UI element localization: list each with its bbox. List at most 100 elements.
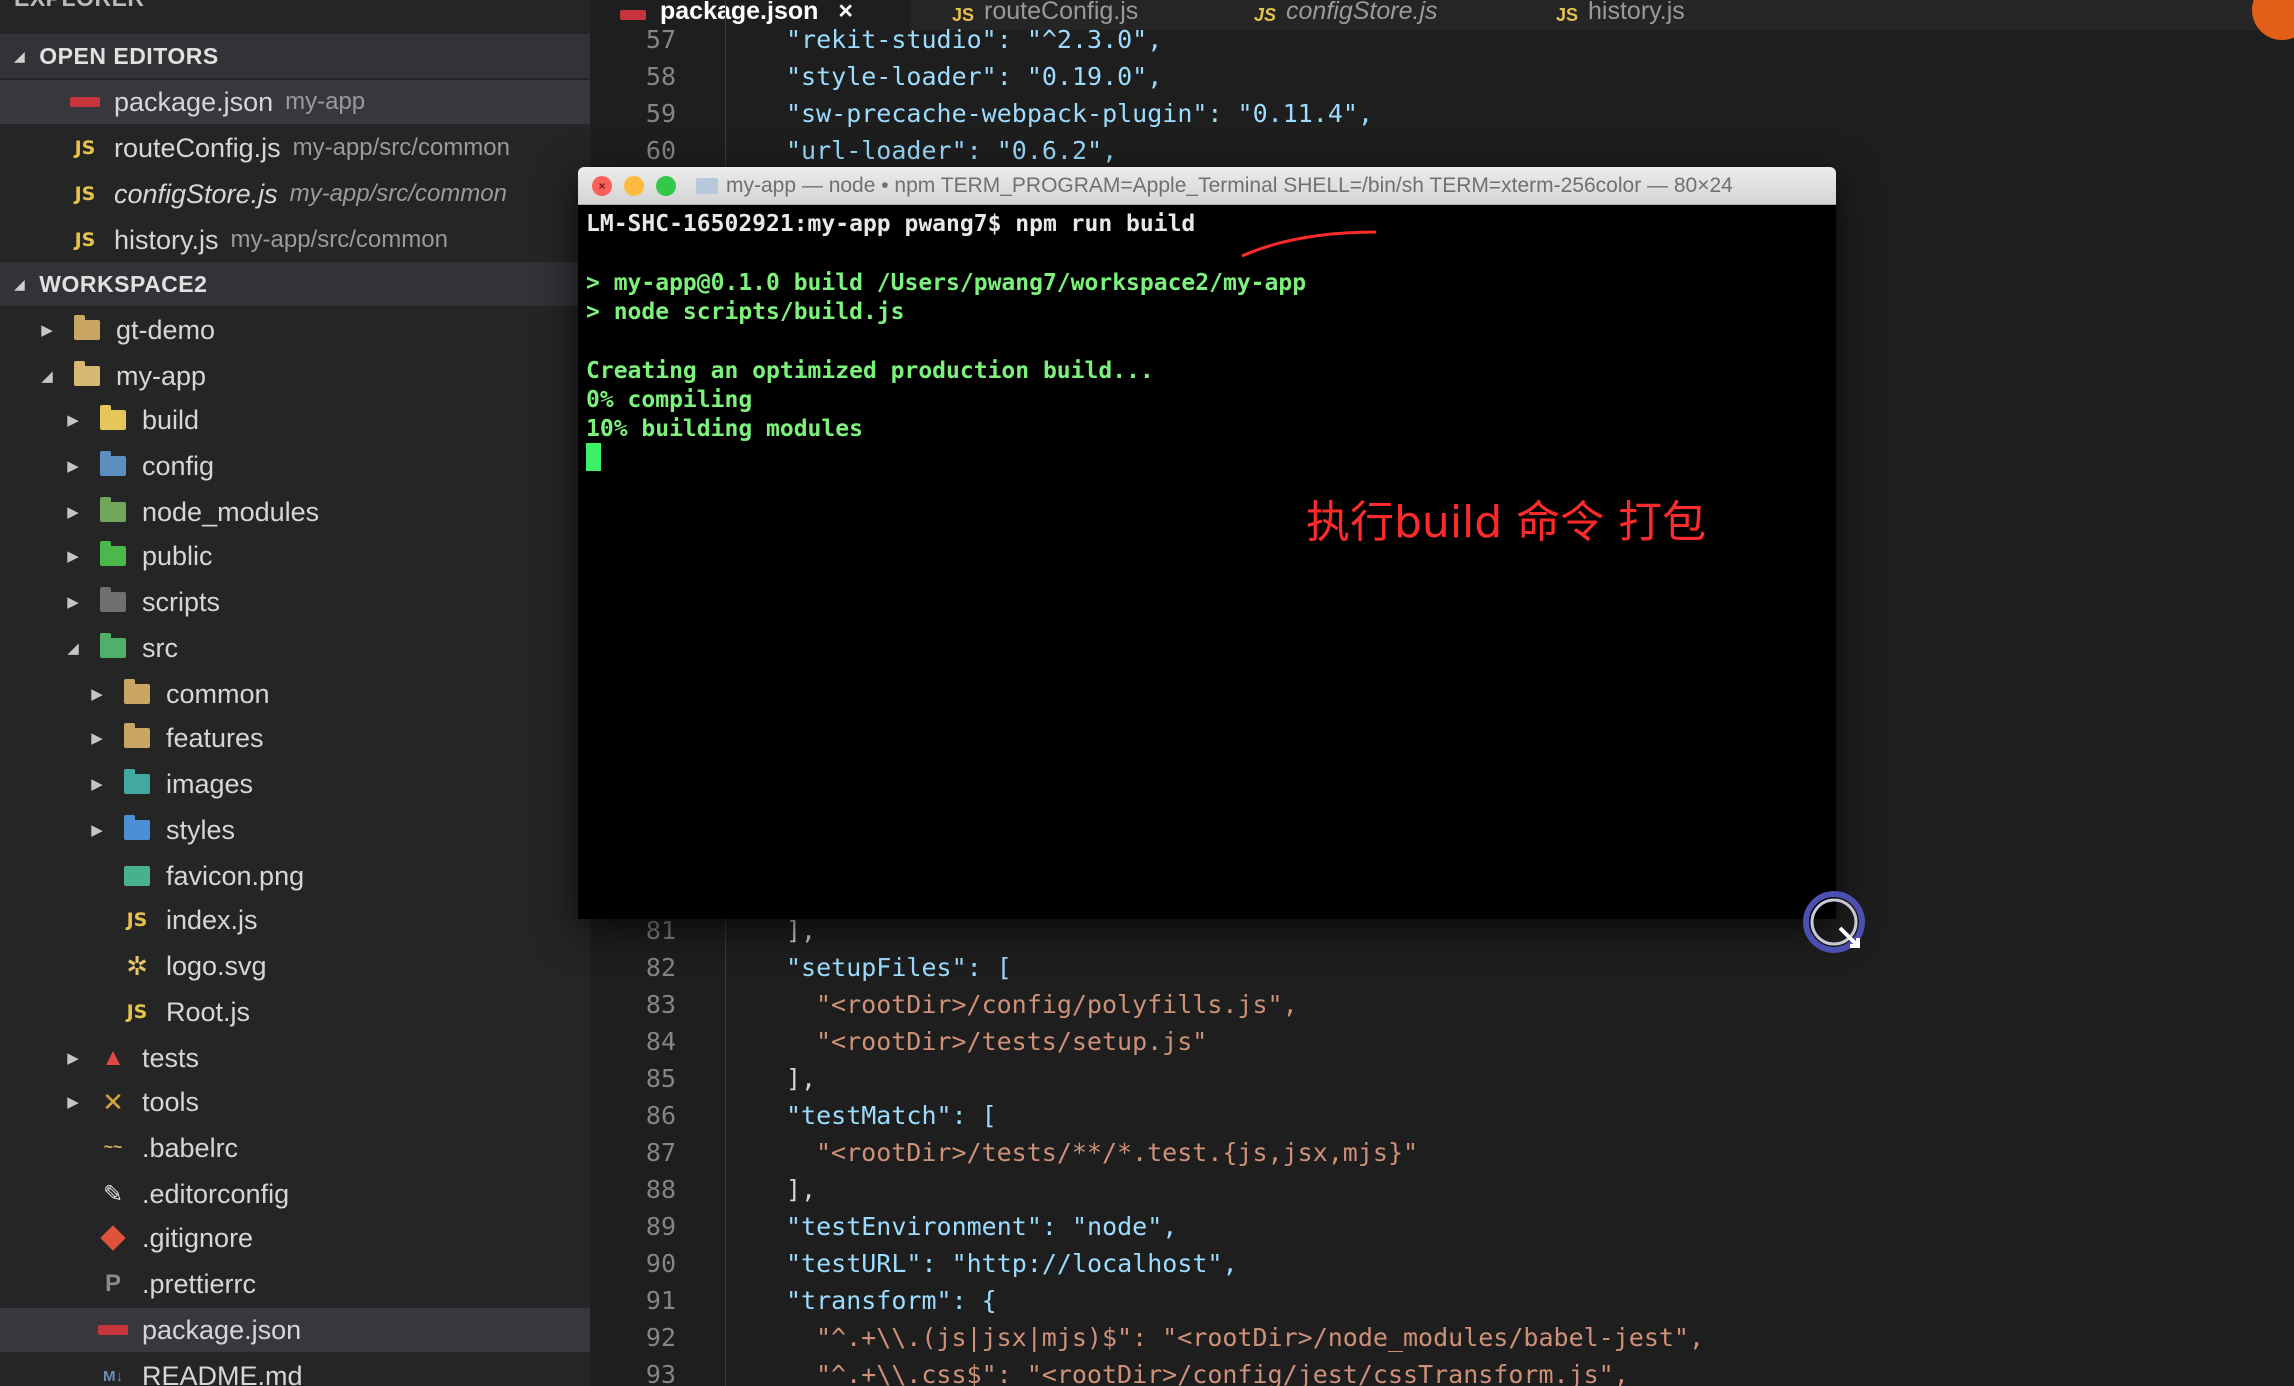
js-icon: JS — [74, 183, 96, 205]
tree-file-readme-md[interactable]: M↓ README.md — [0, 1354, 590, 1386]
tree-file-package-json[interactable]: package.json — [0, 1308, 590, 1352]
collapse-triangle-icon: ◢ — [14, 275, 26, 292]
js-icon: JS — [74, 229, 96, 251]
chevron-right-icon: ▶ — [67, 412, 79, 429]
open-editor-history-js[interactable]: JS history.js my-app/src/common — [0, 218, 590, 262]
tree-folder-node-modules[interactable]: ▶ node_modules — [0, 490, 590, 534]
chevron-right-icon: ▶ — [91, 686, 103, 703]
tests-folder-icon: ▲ — [101, 1044, 125, 1071]
tree-folder-config[interactable]: ▶ config — [0, 444, 590, 488]
npm-icon — [70, 89, 100, 115]
open-editors-header[interactable]: ◢ OPEN EDITORS — [0, 34, 590, 78]
tree-folder-gt-demo[interactable]: ▶ gt-demo — [0, 308, 590, 352]
terminal-output-line: 0% compiling — [586, 387, 753, 413]
open-editor-routeconfig-js[interactable]: JS routeConfig.js my-app/src/common — [0, 126, 590, 170]
babel-icon: ~~ — [103, 1139, 123, 1156]
chevron-right-icon: ▶ — [41, 322, 53, 339]
terminal-output-line: Creating an optimized production build..… — [586, 358, 1154, 384]
chevron-right-icon: ▶ — [67, 594, 79, 611]
folder-icon — [122, 723, 152, 751]
tree-folder-tools[interactable]: ▶ ✕ tools — [0, 1080, 590, 1124]
npm-icon — [620, 10, 646, 20]
terminal-output-line: > node scripts/build.js — [586, 299, 905, 325]
terminal-output-line: > my-app@0.1.0 build /Users/pwang7/works… — [586, 270, 1307, 296]
chevron-right-icon: ▶ — [67, 458, 79, 475]
chevron-right-icon: ▶ — [91, 776, 103, 793]
terminal-title-bar[interactable]: × my-app — node • npm TERM_PROGRAM=Apple… — [578, 167, 1836, 205]
editorconfig-icon: ✎ — [102, 1180, 124, 1208]
js-icon: JS — [74, 137, 96, 159]
explorer-sidebar: EXPLORER ◢ OPEN EDITORS package.json my-… — [0, 0, 590, 1386]
tree-folder-images[interactable]: ▶ images — [0, 762, 590, 806]
annotation-text: 执行build 命令 打包 — [1306, 497, 1707, 548]
workspace-header[interactable]: ◢ WORKSPACE2 — [0, 262, 590, 306]
git-icon — [98, 1225, 128, 1251]
open-editor-package-json[interactable]: package.json my-app — [0, 80, 590, 124]
tree-file-logo-svg[interactable]: ✲ logo.svg — [0, 944, 590, 988]
node-folder-icon — [98, 497, 128, 525]
chevron-right-icon: ▶ — [67, 1050, 79, 1067]
explorer-title: EXPLORER — [0, 0, 590, 20]
folder-open-icon — [72, 361, 102, 389]
public-folder-icon — [98, 541, 128, 569]
code-line: 92 "^.+\\.(js|jsx|mjs)$": "<rootDir>/nod… — [645, 1323, 1705, 1352]
tree-file-prettierrc[interactable]: P .prettierrc — [0, 1262, 590, 1306]
tree-file-babelrc[interactable]: ~~ .babelrc — [0, 1126, 590, 1170]
src-folder-icon — [98, 633, 128, 661]
code-line: 91 "transform": { — [645, 1286, 997, 1315]
svg-file-icon: ✲ — [126, 950, 148, 981]
tree-file-editorconfig[interactable]: ✎ .editorconfig — [0, 1172, 590, 1216]
tree-folder-build[interactable]: ▶ build — [0, 398, 590, 442]
npm-icon — [98, 1317, 128, 1343]
folder-icon — [122, 679, 152, 707]
tree-folder-my-app[interactable]: ◢ my-app — [0, 354, 590, 398]
tree-folder-features[interactable]: ▶ features — [0, 716, 590, 760]
tree-file-favicon-png[interactable]: favicon.png — [0, 854, 590, 898]
terminal-title: my-app — node • npm TERM_PROGRAM=Apple_T… — [726, 173, 1733, 197]
minimize-window-button[interactable] — [624, 175, 644, 196]
tree-folder-styles[interactable]: ▶ styles — [0, 808, 590, 852]
prettier-icon: P — [104, 1270, 121, 1297]
code-line: 85 ], — [645, 1064, 817, 1093]
code-line: 89 "testEnvironment": "node", — [645, 1212, 1178, 1241]
red-underline-stroke — [1241, 230, 1377, 258]
js-icon: JS — [126, 1001, 148, 1023]
tree-file-gitignore[interactable]: .gitignore — [0, 1216, 590, 1260]
tree-folder-public[interactable]: ▶ public — [0, 534, 590, 578]
chevron-down-icon: ◢ — [41, 368, 53, 385]
code-line: 84 "<rootDir>/tests/setup.js" — [645, 1027, 1208, 1056]
resize-cursor-icon — [1803, 891, 1865, 953]
tree-folder-src[interactable]: ◢ src — [0, 626, 590, 670]
tree-folder-tests[interactable]: ▶ ▲ tests — [0, 1036, 590, 1080]
tools-folder-icon: ✕ — [102, 1086, 124, 1117]
open-editor-configstore-js[interactable]: JS configStore.js my-app/src/common — [0, 172, 590, 216]
chevron-down-icon: ◢ — [67, 640, 79, 657]
terminal-cursor — [586, 443, 601, 471]
scripts-folder-icon — [98, 587, 128, 615]
code-line: 86 "testMatch": [ — [645, 1101, 997, 1130]
markdown-icon: M↓ — [103, 1367, 123, 1385]
code-line: 60 "url-loader": "0.6.2", — [645, 136, 1118, 165]
chevron-right-icon: ▶ — [91, 822, 103, 839]
code-line: 93 "^.+\\.css$": "<rootDir>/config/jest/… — [645, 1360, 1629, 1386]
close-window-button[interactable]: × — [592, 175, 612, 196]
code-line: 57 "rekit-studio": "^2.3.0", — [645, 25, 1163, 54]
tree-folder-scripts[interactable]: ▶ scripts — [0, 580, 590, 624]
folder-icon — [696, 177, 718, 194]
code-line: 90 "testURL": "http://localhost", — [645, 1249, 1238, 1278]
code-line: 88 ], — [645, 1175, 817, 1204]
zoom-window-button[interactable] — [656, 175, 676, 196]
images-folder-icon — [122, 769, 152, 797]
build-folder-icon — [98, 405, 128, 433]
code-line: 82 "setupFiles": [ — [645, 953, 1012, 982]
image-file-icon — [122, 863, 152, 889]
chevron-right-icon: ▶ — [67, 548, 79, 565]
tree-file-index-js[interactable]: JS index.js — [0, 898, 590, 942]
chevron-right-icon: ▶ — [91, 730, 103, 747]
styles-folder-icon — [122, 815, 152, 843]
tree-folder-common[interactable]: ▶ common — [0, 672, 590, 716]
folder-icon — [72, 315, 102, 343]
chevron-right-icon: ▶ — [67, 504, 79, 521]
terminal-prompt: LM-SHC-16502921:my-app pwang7$ npm run b… — [586, 211, 1196, 237]
tree-file-root-js[interactable]: JS Root.js — [0, 990, 590, 1034]
